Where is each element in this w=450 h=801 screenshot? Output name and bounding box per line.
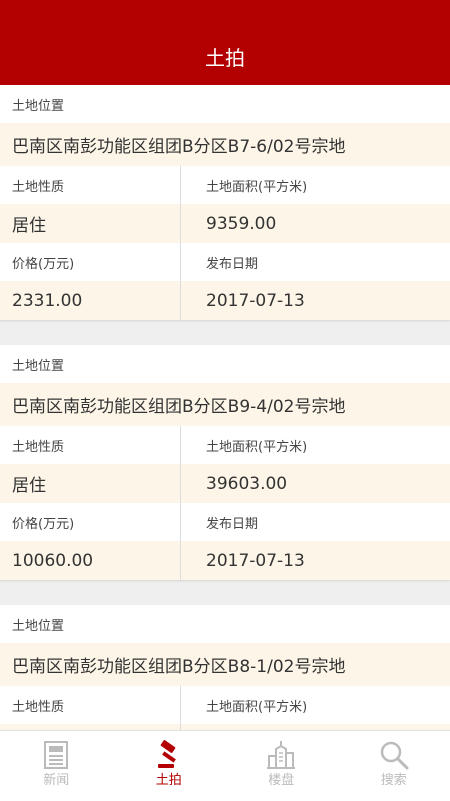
nature-label: 土地性质 — [12, 176, 64, 195]
nature-value: 居住 — [12, 211, 46, 236]
column-divider — [180, 166, 181, 204]
tab-label: 新闻 — [43, 773, 69, 789]
column-divider — [180, 243, 181, 281]
date-value: 2017-07-13 — [206, 551, 305, 571]
area-label: 土地面积(平方米) — [206, 176, 307, 195]
gavel-icon — [153, 739, 185, 771]
bottom-tab-bar: 新闻 土拍 楼盘 搜索 — [0, 730, 450, 801]
page-title: 土拍 — [0, 44, 450, 72]
price-value: 10060.00 — [12, 551, 93, 571]
tab-properties[interactable]: 楼盘 — [225, 731, 338, 801]
column-divider — [180, 686, 181, 724]
location-label: 土地位置 — [12, 615, 64, 634]
tab-search[interactable]: 搜索 — [338, 731, 450, 801]
location-value: 巴南区南彭功能区组团B分区B8-1/02号宗地 — [12, 652, 345, 677]
nature-label: 土地性质 — [12, 696, 64, 715]
area-value: 9359.00 — [206, 214, 276, 234]
column-divider — [180, 204, 181, 243]
tab-news[interactable]: 新闻 — [0, 731, 113, 801]
price-label: 价格(万元) — [12, 253, 74, 272]
nature-value: 居住 — [12, 471, 46, 496]
search-icon — [378, 739, 410, 771]
date-label: 发布日期 — [206, 253, 258, 272]
date-value: 2017-07-13 — [206, 291, 305, 311]
location-value: 巴南区南彭功能区组团B分区B7-6/02号宗地 — [12, 132, 345, 157]
area-label: 土地面积(平方米) — [206, 436, 307, 455]
land-card[interactable]: 土地位置 巴南区南彭功能区组团B分区B8-1/02号宗地 土地性质 土地面积(平… — [0, 605, 450, 730]
location-label: 土地位置 — [12, 95, 64, 114]
area-value: 39603.00 — [206, 474, 287, 494]
location-label: 土地位置 — [12, 355, 64, 374]
land-card[interactable]: 土地位置 巴南区南彭功能区组团B分区B9-4/02号宗地 土地性质 土地面积(平… — [0, 345, 450, 580]
column-divider — [180, 503, 181, 541]
column-divider — [180, 281, 181, 320]
tab-land-auction[interactable]: 土拍 — [113, 731, 226, 801]
column-divider — [180, 426, 181, 464]
column-divider — [180, 464, 181, 503]
column-divider — [180, 541, 181, 580]
building-icon — [265, 739, 297, 771]
area-label: 土地面积(平方米) — [206, 696, 307, 715]
price-value: 2331.00 — [12, 291, 82, 311]
tab-label: 土拍 — [156, 773, 182, 789]
tab-label: 楼盘 — [268, 773, 294, 789]
app-header: 土拍 — [0, 0, 450, 85]
nature-label: 土地性质 — [12, 436, 64, 455]
price-label: 价格(万元) — [12, 513, 74, 532]
location-value: 巴南区南彭功能区组团B分区B9-4/02号宗地 — [12, 392, 345, 417]
tab-label: 搜索 — [381, 773, 407, 789]
land-auction-list[interactable]: 土地位置 巴南区南彭功能区组团B分区B7-6/02号宗地 土地性质 土地面积(平… — [0, 85, 450, 730]
newspaper-icon — [40, 739, 72, 771]
date-label: 发布日期 — [206, 513, 258, 532]
land-card[interactable]: 土地位置 巴南区南彭功能区组团B分区B7-6/02号宗地 土地性质 土地面积(平… — [0, 85, 450, 320]
